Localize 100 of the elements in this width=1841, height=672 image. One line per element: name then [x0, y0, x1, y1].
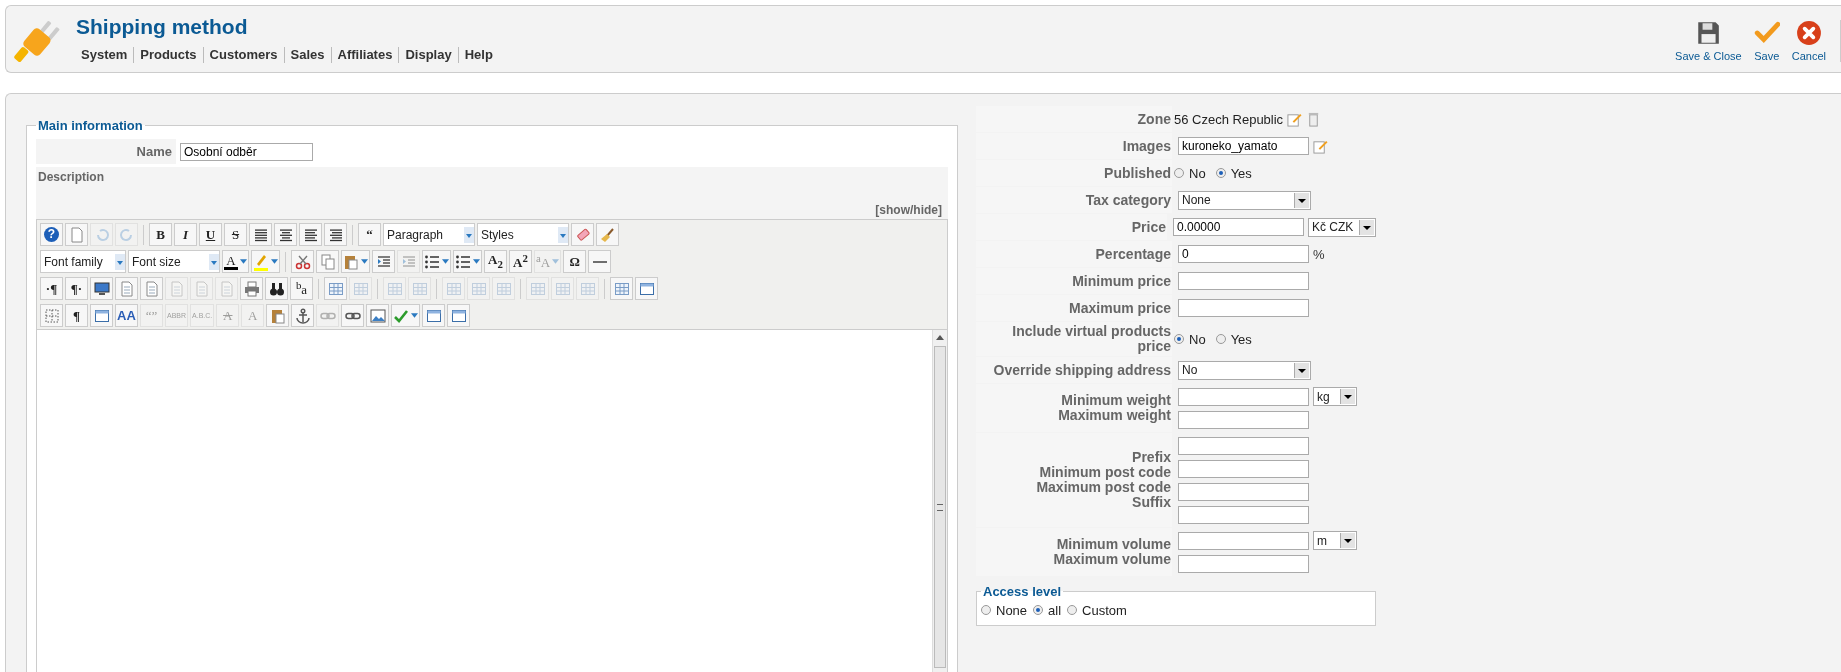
text-input[interactable]: 0 — [1178, 245, 1309, 263]
table-icon — [327, 280, 344, 297]
menu-item[interactable]: Display — [398, 47, 458, 63]
scrollbar[interactable] — [932, 330, 947, 672]
indent-icon — [400, 253, 417, 270]
field-label: Minimum volume — [1056, 537, 1171, 552]
panel-icon — [93, 307, 110, 324]
toolbar-button[interactable]: U — [199, 223, 222, 246]
menu-item[interactable]: System — [76, 47, 134, 63]
unit-select[interactable]: Kč CZK — [1308, 217, 1376, 237]
panel-icon — [450, 307, 467, 324]
menu-item[interactable]: Help — [457, 47, 499, 63]
toolbar-button[interactable] — [265, 277, 288, 300]
text-input[interactable]: kuroneko_yamato — [1178, 137, 1309, 155]
field-label: Prefix — [1132, 450, 1171, 465]
text-input[interactable] — [1178, 459, 1309, 478]
text-input[interactable] — [1178, 436, 1309, 455]
clipboard-icon — [343, 253, 359, 270]
toolbar-action-button[interactable]: Save — [1747, 20, 1786, 62]
toolbar-button[interactable] — [291, 304, 315, 327]
field-label: Percentage — [1095, 246, 1171, 262]
radio-option[interactable]: Yes — [1215, 331, 1252, 347]
toolbar-button[interactable]: ¶· — [65, 277, 88, 300]
table-icon — [613, 280, 630, 297]
toolbar-button[interactable] — [249, 223, 272, 246]
text-input[interactable] — [1178, 410, 1309, 429]
text-input[interactable] — [1178, 272, 1309, 290]
toolbar-dropdown[interactable]: Styles — [477, 223, 569, 246]
toolbar-button[interactable]: A — [222, 250, 249, 273]
toolbar-button[interactable]: ¶ — [65, 304, 88, 327]
toolbar-button[interactable]: B — [149, 223, 172, 246]
section-legend: Main information — [36, 118, 145, 133]
toolbar-button[interactable]: I — [174, 223, 197, 246]
toolbar-button[interactable]: “ — [358, 223, 381, 246]
text-input[interactable]: 0.00000 — [1173, 218, 1304, 236]
menu-item[interactable]: Customers — [202, 47, 284, 63]
text-align-icon — [302, 226, 319, 243]
monitor-icon — [93, 280, 110, 297]
toolbar-button[interactable] — [299, 223, 322, 246]
text-align-icon — [327, 226, 344, 243]
toolbar-button[interactable]: S — [224, 223, 247, 246]
field-label: Published — [1104, 165, 1171, 181]
printer-icon — [243, 280, 260, 297]
redo-icon — [118, 226, 135, 243]
close-icon — [1795, 20, 1822, 46]
unit-select[interactable]: kg — [1313, 387, 1357, 406]
select-field[interactable]: None — [1178, 190, 1311, 210]
menu-item[interactable]: Affiliates — [330, 47, 399, 63]
field-label: Minimum post code — [1039, 465, 1171, 480]
table-icon — [554, 280, 571, 297]
name-input[interactable]: Osobní odběr — [180, 142, 313, 161]
radio-option[interactable]: No — [1174, 165, 1206, 181]
toolbar-dropdown[interactable]: Font family — [40, 250, 126, 273]
select-field[interactable]: No — [1178, 360, 1311, 380]
toolbar-button[interactable]: ? — [40, 223, 63, 246]
field-label: Maximum post code — [1036, 480, 1171, 495]
toolbar-button[interactable]: A$_{2}$ — [484, 250, 507, 273]
toolbar-button[interactable]: ·¶ — [40, 277, 63, 300]
radio-option[interactable]: No — [1174, 331, 1206, 347]
toolbar-dropdown[interactable]: Paragraph — [383, 223, 475, 246]
field-label: Description — [38, 170, 104, 184]
field-label: Minimum weight — [1061, 393, 1171, 408]
radio-option[interactable]: Yes — [1215, 165, 1252, 181]
field-label: Images — [1122, 138, 1171, 154]
toolbar-button[interactable]: A$^{2}$ — [509, 250, 532, 273]
text-input[interactable] — [1178, 387, 1309, 406]
toolbar-dropdown[interactable]: Font size — [128, 250, 220, 273]
text-input[interactable] — [1178, 554, 1309, 573]
edit-icon[interactable] — [1287, 111, 1303, 127]
show-hide-link[interactable]: [show/hide] — [875, 203, 942, 217]
eraser-icon — [574, 226, 591, 243]
toolbar-action-button[interactable]: Cancel — [1785, 20, 1832, 62]
field-label: Price — [1131, 219, 1166, 235]
document-icon — [168, 280, 185, 297]
table-icon — [579, 280, 596, 297]
toolbar-button[interactable] — [341, 304, 365, 327]
toolbar-button[interactable] — [324, 223, 347, 246]
table-icon — [495, 280, 512, 297]
toolbar-button[interactable] — [90, 277, 113, 300]
toolbar-button[interactable]: Ω — [563, 250, 587, 273]
toolbar-button[interactable]: AA — [115, 304, 138, 327]
text-input[interactable] — [1178, 505, 1309, 524]
radio-option[interactable]: Custom — [1067, 602, 1127, 618]
edit-icon[interactable] — [1313, 138, 1328, 154]
field-label: Suffix — [1132, 495, 1171, 510]
toolbar-button[interactable] — [274, 223, 297, 246]
menu-item[interactable]: Sales — [283, 47, 331, 63]
field-label: Zone — [1137, 111, 1171, 127]
toolbar-button[interactable]: $^{b}$a — [290, 277, 313, 300]
toolbar-action-button[interactable]: Save & Close — [1669, 20, 1748, 62]
text-input[interactable] — [1178, 299, 1309, 317]
page-title: Shipping method — [76, 15, 249, 39]
unit-label: % — [1313, 246, 1325, 262]
unit-select[interactable]: m — [1313, 531, 1357, 550]
text-align-icon — [277, 226, 294, 243]
radio-option[interactable]: None — [981, 602, 1028, 618]
text-input[interactable] — [1178, 531, 1309, 550]
menu-item[interactable]: Products — [133, 47, 203, 63]
text-input[interactable] — [1178, 482, 1309, 501]
radio-option[interactable]: all — [1033, 602, 1062, 618]
